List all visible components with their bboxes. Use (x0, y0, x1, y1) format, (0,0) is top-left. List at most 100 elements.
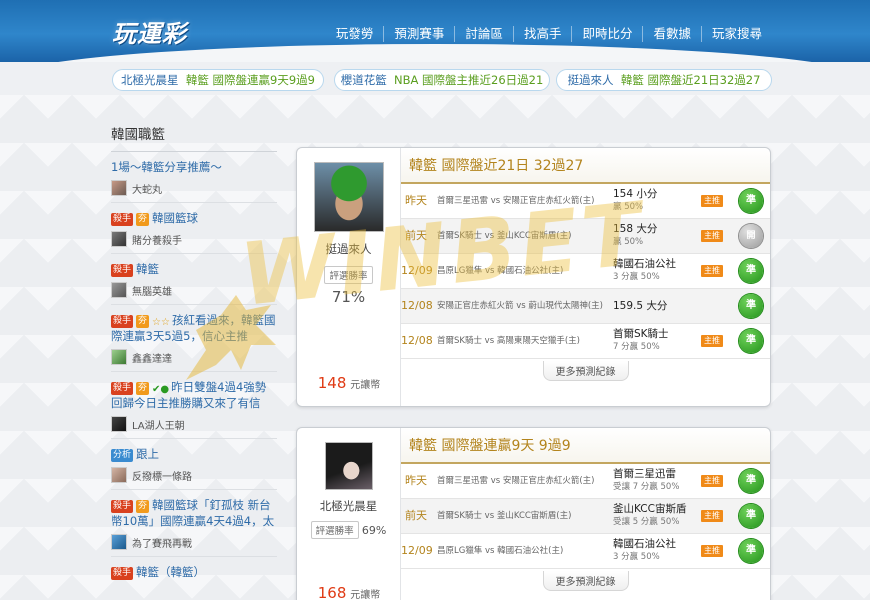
nav-item[interactable]: 玩發勞 (326, 26, 384, 42)
more-records-button[interactable]: 更多預測紀錄 (542, 571, 629, 591)
sidebar-post: 分析 跟上 反撥標一條路 (111, 439, 277, 490)
result-win-icon: 準 (739, 294, 763, 318)
result-win-icon: 準 (739, 329, 763, 353)
nav-item[interactable]: 即時比分 (571, 26, 642, 42)
match-teams[interactable]: 昌原LG獵隼 vs 韓國石油公社(主) (437, 534, 563, 568)
nav-item[interactable]: 看數據 (642, 26, 701, 42)
price-unit: 元讓幣 (350, 590, 381, 600)
ticker-item[interactable]: 挺過來人 韓籃 國際盤近21日32過27 (556, 69, 772, 91)
match-teams[interactable]: 首爾SK騎士 vs 釜山KCC宙斯盾(主) (437, 219, 571, 253)
pick-value: 韓國石油公社 (613, 258, 676, 270)
card-title[interactable]: 韓籃 國際盤近21日 32過27 (401, 148, 770, 184)
prediction-row: 昨天 首爾三星迅雷 vs 安陽正官庄赤紅火箭(主) 154 小分贏 50% 主推… (401, 184, 770, 219)
post-link[interactable]: 殺手夯✔●昨日雙盤4過4強勢回歸今日主推勝購又來了有信心... (111, 379, 277, 411)
killer-tag: 殺手 (111, 567, 134, 580)
post-author[interactable]: 賭分養殺手 (111, 231, 277, 247)
match-teams[interactable]: 首爾三星迅雷 vs 安陽正官庄赤紅火箭(主) (437, 184, 595, 218)
post-link[interactable]: 殺手 韓籃 (111, 261, 277, 277)
prediction-row: 12/08 首爾SK騎士 vs 高陽東陽天空獵手(主) 首爾SK騎士 7 分贏 5… (401, 324, 770, 359)
ticker-user: 北極光晨星 (121, 73, 179, 87)
avatar (111, 231, 127, 247)
post-link[interactable]: 殺手 韓籃（韓籃） (111, 564, 277, 580)
match-teams[interactable]: 首爾三星迅雷 vs 安陽正官庄赤紅火箭(主) (437, 464, 595, 498)
expert-name[interactable]: 北極光晨星 (297, 498, 400, 514)
sidebar: 韓國職籃 1場～韓籃分享推薦～ 大蛇丸 殺手夯韓國籃球 賭分養殺手 殺手 韓籃 無… (111, 123, 277, 586)
post-author[interactable]: 鑫鑫達達 (111, 349, 277, 365)
more-records: 更多預測紀錄 (401, 569, 770, 595)
post-author[interactable]: 無腦英雄 (111, 282, 277, 298)
sidebar-post: 殺手 韓籃 無腦英雄 (111, 254, 277, 305)
author-name: LA湖人王朝 (132, 420, 185, 432)
post-author[interactable]: 反撥標一條路 (111, 467, 277, 483)
post-link[interactable]: 1場～韓籃分享推薦～ (111, 159, 277, 175)
price-unit: 元讓幣 (350, 380, 381, 391)
author-name: 反撥標一條路 (132, 471, 192, 483)
nav-item[interactable]: 找高手 (512, 26, 572, 42)
price-block[interactable]: 148 元讓幣 (297, 374, 401, 392)
nav-item[interactable]: 討論區 (454, 26, 513, 42)
expert-avatar[interactable] (324, 442, 373, 490)
result-push-icon: 開 (739, 224, 763, 248)
match-date: 前天 (405, 509, 427, 522)
sidebar-post: 1場～韓籃分享推薦～ 大蛇丸 (111, 152, 277, 203)
author-name: 賭分養殺手 (132, 235, 182, 247)
avatar (111, 534, 127, 550)
price-value: 148 (317, 374, 347, 392)
match-teams[interactable]: 首爾SK騎士 vs 釜山KCC宙斯盾(主) (437, 499, 571, 533)
match-date: 昨天 (405, 474, 427, 487)
win-rate-value: 69% (361, 524, 387, 537)
post-author[interactable]: 大蛇丸 (111, 180, 277, 196)
post-link[interactable]: 殺手夯☆☆孩紅看過來，韓籃國際連贏3天5過5，信心主推99%... (111, 312, 277, 344)
site-logo[interactable]: 玩運彩 (112, 14, 187, 49)
main-pick-badge: 主推 (701, 195, 723, 207)
nav-item[interactable]: 預測賽事 (383, 26, 454, 42)
match-teams[interactable]: 首爾SK騎士 vs 高陽東陽天空獵手(主) (437, 324, 580, 358)
match-date: 12/09 (401, 544, 433, 557)
post-link[interactable]: 分析 跟上 (111, 446, 277, 462)
more-records-button[interactable]: 更多預測紀錄 (542, 361, 629, 381)
match-teams[interactable]: 昌原LG獵隼 vs 韓國石油公社(主) (437, 254, 563, 288)
ticker-user: 挺過來人 (567, 73, 614, 87)
main-pick-badge: 主推 (701, 545, 723, 557)
win-rate-label: 評選勝率 (324, 266, 373, 284)
prediction-row: 前天 首爾SK騎士 vs 釜山KCC宙斯盾(主) 釜山KCC宙斯盾 受讓 5 分贏… (401, 499, 770, 534)
main-pick-badge: 主推 (701, 475, 723, 487)
ticker-item[interactable]: 北極光晨星 韓籃 國際盤連贏9天9過9 (112, 69, 324, 91)
pick-value: 154 小分 (613, 188, 658, 200)
match-teams[interactable]: 安陽正官庄赤紅火箭 vs 蔚山現代太陽神(主) (437, 289, 603, 323)
price-block[interactable]: 168 元讓幣 (297, 584, 401, 600)
nav-item[interactable]: 玩家搜尋 (700, 26, 772, 42)
post-text: 韓籃 (136, 262, 160, 276)
ticker-item[interactable]: 櫻道花籃 NBA 國際盤主推近26日過21 (334, 69, 550, 91)
expert-profile: 北極光晨星 評選勝率 69% 168 元讓幣 (297, 428, 401, 600)
post-link[interactable]: 殺手夯韓國籃球 (111, 210, 277, 226)
pick-sub: 贏 50% (613, 237, 644, 247)
avatar (111, 180, 127, 196)
result-win-icon: 準 (739, 259, 763, 283)
killer-tag: 殺手 (111, 213, 134, 226)
post-author[interactable]: LA湖人王朝 (111, 416, 277, 432)
pick-value: 首爾SK騎士 (613, 328, 669, 340)
main-nav: 玩發勞 預測賽事 討論區 找高手 即時比分 看數據 玩家搜尋 (326, 26, 772, 42)
prediction-row: 昨天 首爾三星迅雷 vs 安陽正官庄赤紅火箭(主) 首爾三星迅雷 受讓 7 分贏 … (401, 464, 770, 499)
main-pick-badge: 主推 (701, 230, 723, 242)
sidebar-post: 殺手夯☆☆孩紅看過來，韓籃國際連贏3天5過5，信心主推99%... 鑫鑫達達 (111, 305, 277, 372)
card-title[interactable]: 韓籃 國際盤連贏9天 9過9 (401, 428, 770, 464)
sidebar-post: 殺手 韓籃（韓籃） (111, 557, 277, 586)
main-pick-badge: 主推 (701, 265, 723, 277)
pick: 韓國石油公社 3 分贏 50% (613, 538, 697, 564)
pick: 158 大分贏 50% (613, 223, 697, 249)
hot-tag: 夯 (136, 500, 150, 513)
post-author[interactable]: 為了賽飛再戰 (111, 534, 277, 550)
pick: 釜山KCC宙斯盾 受讓 5 分贏 50% (613, 503, 697, 529)
prediction-row: 12/08 安陽正官庄赤紅火箭 vs 蔚山現代太陽神(主) 159.5 大分 準 (401, 289, 770, 324)
main-pick-badge: 主推 (701, 335, 723, 347)
expert-name[interactable]: 挺過來人 (297, 241, 400, 257)
post-link[interactable]: 殺手夯韓國籃球「釘孤枝 新台幣10萬」國際連贏4天4過4，太狂狂... (111, 497, 277, 529)
hot-tag: 夯 (136, 315, 150, 328)
ticker-user: 櫻道花籃 (340, 73, 387, 87)
expert-avatar[interactable] (313, 162, 384, 232)
match-date: 12/09 (401, 264, 433, 277)
ticker-text: 韓籃 國際盤近21日32過27 (620, 73, 761, 87)
result-win-icon: 準 (739, 469, 763, 493)
